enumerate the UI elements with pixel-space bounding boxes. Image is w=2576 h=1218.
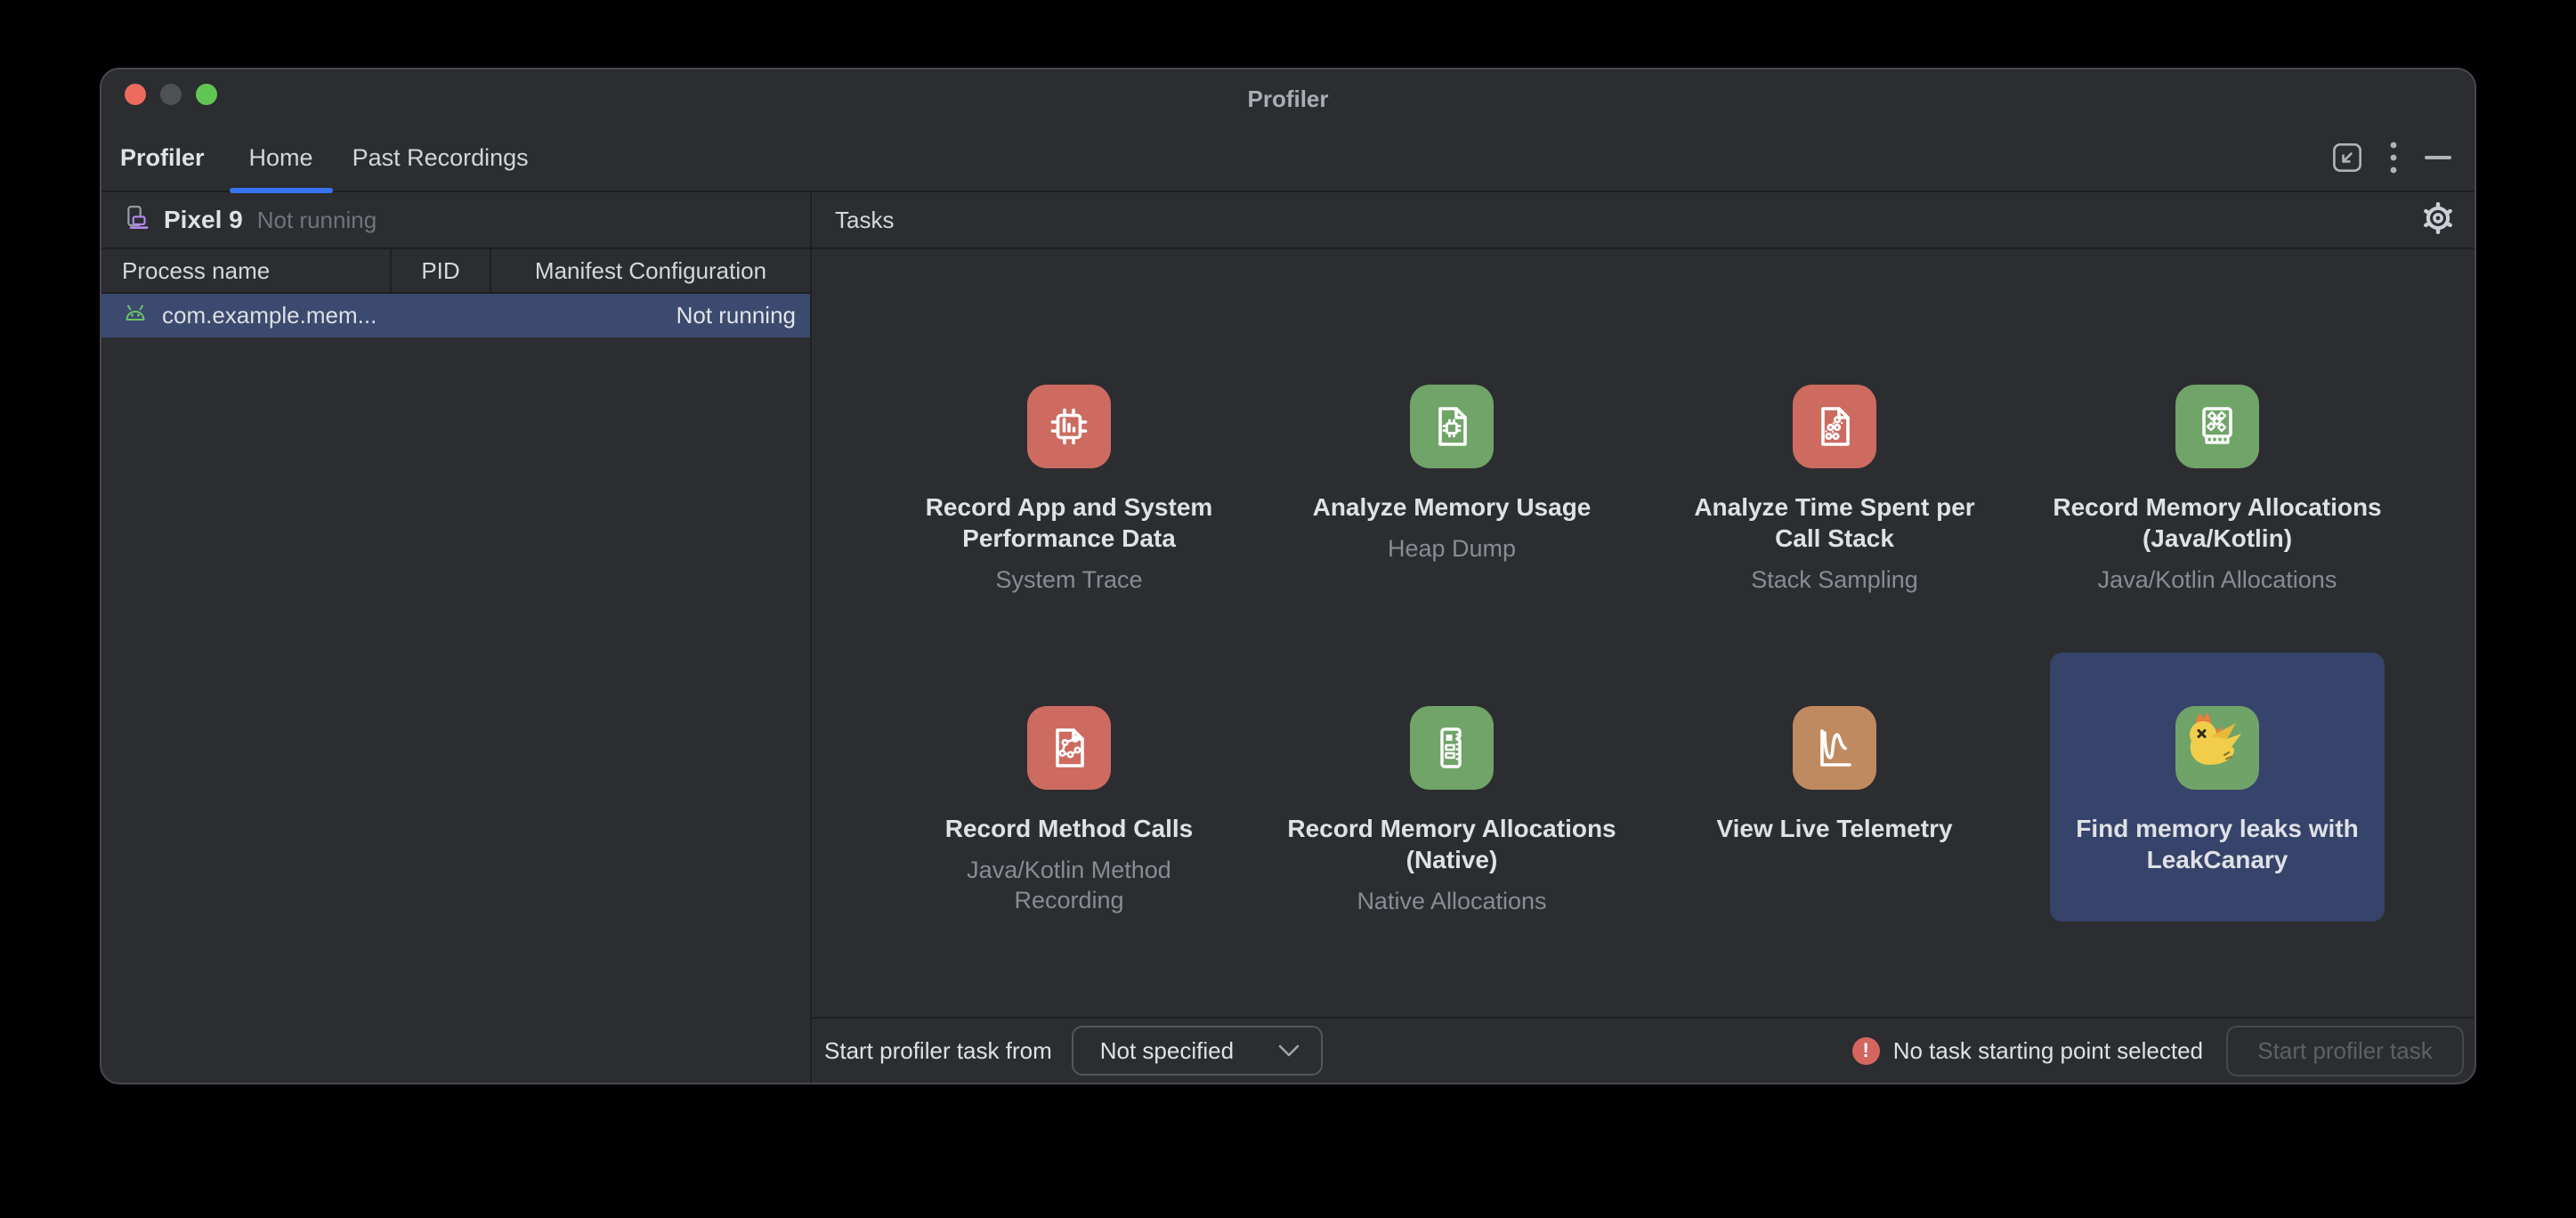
android-icon	[123, 304, 148, 328]
device-phone-icon	[123, 204, 151, 237]
more-options-icon[interactable]	[2389, 140, 2398, 175]
warning-text: No task starting point selected	[1893, 1037, 2203, 1065]
tasks-title: Tasks	[835, 207, 894, 234]
minimize-window-button[interactable]	[160, 84, 182, 105]
device-name: Pixel 9	[164, 206, 243, 234]
process-table-header: Process name PID Manifest Configuration	[101, 249, 810, 294]
tasks-grid: Record App and System Performance Data S…	[878, 356, 2409, 922]
error-icon: !	[1852, 1037, 1880, 1065]
settings-gear-icon[interactable]	[2421, 201, 2455, 240]
starting-point-dropdown[interactable]: Not specified	[1072, 1026, 1323, 1076]
start-profiler-task-button[interactable]: Start profiler task	[2226, 1026, 2464, 1076]
task-title: Record Memory Allocations (Java/Kotlin)	[2052, 491, 2383, 554]
task-title: Record App and System Performance Data	[903, 491, 1235, 554]
task-record-memory-native[interactable]: Record Memory Allocations (Native) Nativ…	[1260, 653, 1643, 922]
column-pid[interactable]: PID	[392, 249, 491, 292]
line-chart-icon	[1793, 706, 1876, 790]
document-callstack-icon	[1793, 385, 1876, 468]
task-analyze-memory-usage[interactable]: Analyze Memory Usage Heap Dump	[1260, 356, 1643, 623]
document-chip-icon	[1410, 385, 1494, 468]
tab-home-label: Home	[249, 144, 313, 172]
toolbar-actions	[2332, 140, 2475, 175]
memory-stick-icon	[1410, 706, 1494, 790]
window-controls	[125, 84, 217, 105]
tab-past-recordings-label: Past Recordings	[352, 144, 529, 172]
process-name: com.example.mem...	[162, 302, 377, 329]
task-title: View Live Telemetry	[1716, 813, 1952, 844]
document-graph-icon	[1027, 706, 1111, 790]
leakcanary-bird-icon	[2175, 706, 2259, 790]
task-subtitle: System Trace	[995, 564, 1142, 595]
task-title: Analyze Time Spent per Call Stack	[1669, 491, 2000, 554]
task-record-memory-java-kotlin[interactable]: Record Memory Allocations (Java/Kotlin) …	[2026, 356, 2409, 623]
device-row: Pixel 9 Not running	[101, 192, 810, 249]
window-title: Profiler	[101, 69, 2475, 128]
task-subtitle: Java/Kotlin Method Recording	[928, 855, 1210, 915]
footer-right-cluster: ! No task starting point selected Start …	[1852, 1026, 2464, 1076]
chevron-down-icon	[1278, 1044, 1300, 1057]
task-view-live-telemetry[interactable]: View Live Telemetry	[1643, 653, 2026, 922]
column-process-name[interactable]: Process name	[101, 249, 392, 292]
task-leakcanary-selected-card[interactable]: Find memory leaks with LeakCanary	[2050, 653, 2385, 922]
task-subtitle: Java/Kotlin Allocations	[2098, 564, 2337, 595]
process-status: Not running	[676, 302, 796, 329]
column-manifest-configuration[interactable]: Manifest Configuration	[491, 249, 810, 292]
hide-tool-window-icon[interactable]	[2425, 155, 2451, 160]
device-status: Not running	[257, 207, 377, 234]
task-analyze-time-spent[interactable]: Analyze Time Spent per Call Stack Stack …	[1643, 356, 2026, 623]
zoom-window-button[interactable]	[196, 84, 217, 105]
start-from-label: Start profiler task from	[824, 1037, 1052, 1065]
task-record-method-calls[interactable]: Record Method Calls Java/Kotlin Method R…	[878, 653, 1260, 922]
close-window-button[interactable]	[125, 84, 146, 105]
tasks-content: Record App and System Performance Data S…	[812, 249, 2475, 1017]
cpu-chart-icon	[1027, 385, 1111, 468]
tab-bar: Profiler Home Past Recordings	[101, 125, 2475, 192]
tab-past-recordings[interactable]: Past Recordings	[333, 124, 548, 191]
task-footer-bar: Start profiler task from Not specified !…	[812, 1017, 2475, 1083]
main-area: Pixel 9 Not running Process name PID Man…	[101, 192, 2475, 1083]
task-title: Find memory leaks with LeakCanary	[2052, 813, 2383, 875]
task-subtitle: Stack Sampling	[1751, 564, 1918, 595]
tasks-panel: Tasks	[812, 192, 2475, 1083]
profiler-window: Profiler Profiler Home Past Recordings	[100, 68, 2476, 1084]
process-row-selected[interactable]: com.example.mem... Not running	[101, 294, 810, 337]
tab-home[interactable]: Home	[230, 124, 333, 191]
task-title: Record Memory Allocations (Native)	[1286, 813, 1617, 875]
task-title: Record Method Calls	[945, 813, 1193, 844]
dock-tool-window-icon[interactable]	[2332, 142, 2362, 173]
tasks-header: Tasks	[812, 192, 2475, 249]
task-subtitle: Heap Dump	[1388, 533, 1516, 564]
start-button-label: Start profiler task	[2257, 1037, 2433, 1065]
task-title: Analyze Memory Usage	[1313, 491, 1592, 523]
task-subtitle: Native Allocations	[1357, 886, 1546, 916]
titlebar: Profiler	[101, 69, 2475, 125]
process-list-panel: Pixel 9 Not running Process name PID Man…	[101, 192, 812, 1083]
starting-point-value: Not specified	[1100, 1037, 1234, 1065]
task-record-app-system-performance[interactable]: Record App and System Performance Data S…	[878, 356, 1260, 623]
memory-diamonds-icon	[2175, 385, 2259, 468]
profiler-app-label: Profiler	[120, 144, 205, 172]
